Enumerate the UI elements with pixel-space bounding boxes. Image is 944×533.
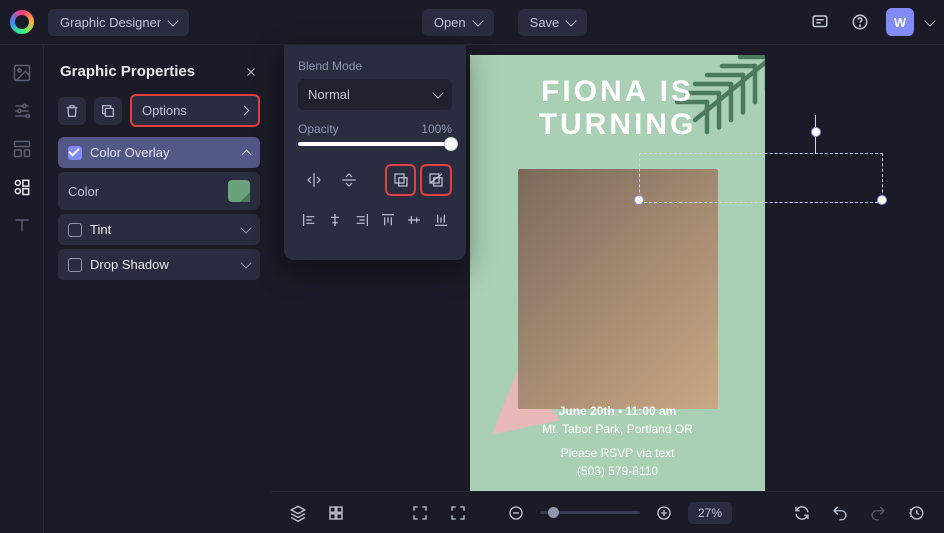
help-button[interactable] (846, 8, 874, 36)
title-line1: FIONA IS (539, 75, 697, 108)
color-label: Color (68, 184, 99, 199)
align-bottom-button[interactable] (430, 204, 452, 236)
avatar[interactable]: W (886, 8, 914, 36)
grid-button[interactable] (322, 499, 350, 527)
chevron-down-icon (472, 15, 483, 26)
rsvp-text: Please RSVP via text (470, 444, 765, 462)
redo-button[interactable] (864, 499, 892, 527)
blend-mode-value: Normal (308, 87, 350, 102)
text-tool-icon[interactable] (12, 215, 32, 235)
title-line2: TURNING (539, 108, 697, 141)
mode-label: Graphic Designer (60, 15, 161, 30)
chevron-right-icon (240, 106, 250, 116)
bottombar: 27% (270, 491, 944, 533)
canvas-title[interactable]: FIONA IS TURNING (539, 75, 697, 141)
fit-screen-button[interactable] (406, 499, 434, 527)
resize-handle-right[interactable] (877, 195, 887, 205)
save-menu[interactable]: Save (518, 9, 588, 36)
undo-button[interactable] (826, 499, 854, 527)
layers-button[interactable] (284, 499, 312, 527)
fullscreen-button[interactable] (444, 499, 472, 527)
zoom-in-button[interactable] (650, 499, 678, 527)
color-overlay-section[interactable]: Color Overlay (58, 137, 260, 168)
close-panel-button[interactable] (244, 65, 258, 79)
delete-button[interactable] (58, 97, 86, 125)
chevron-down-icon (566, 15, 577, 26)
flip-horizontal-button[interactable] (298, 164, 330, 196)
save-label: Save (530, 15, 560, 30)
opacity-label: Opacity (298, 122, 339, 136)
selection-box[interactable] (639, 153, 883, 203)
color-overlay-checkbox[interactable] (68, 146, 82, 160)
photo-placeholder[interactable] (518, 169, 718, 409)
siderail (0, 45, 44, 533)
templates-tool-icon[interactable] (12, 139, 32, 159)
topbar: Graphic Designer Open Save W (0, 0, 944, 45)
chevron-down-icon (240, 222, 251, 233)
open-menu[interactable]: Open (422, 9, 494, 36)
history-button[interactable] (902, 499, 930, 527)
phone: (503) 579-8110 (470, 462, 765, 480)
refresh-button[interactable] (788, 499, 816, 527)
properties-panel: Graphic Properties Options Color Overlay… (44, 45, 270, 533)
chevron-up-icon (242, 149, 252, 159)
options-button[interactable]: Options (130, 94, 260, 127)
duplicate-button[interactable] (94, 97, 122, 125)
date-time: June 20th • 11:00 am (470, 402, 765, 420)
chevron-down-icon (240, 257, 251, 268)
zoom-thumb[interactable] (548, 507, 559, 518)
align-center-h-button[interactable] (324, 204, 346, 236)
blend-mode-label: Blend Mode (298, 59, 452, 73)
event-details[interactable]: June 20th • 11:00 am Mt. Tabor Park, Por… (470, 402, 765, 480)
open-label: Open (434, 15, 466, 30)
tint-checkbox[interactable] (68, 223, 82, 237)
send-backward-button[interactable] (420, 164, 452, 196)
options-label: Options (142, 103, 187, 118)
tint-label: Tint (90, 222, 242, 237)
tint-section[interactable]: Tint (58, 214, 260, 245)
align-center-v-button[interactable] (403, 204, 425, 236)
flip-vertical-button[interactable] (334, 164, 366, 196)
align-left-button[interactable] (298, 204, 320, 236)
slider-thumb[interactable] (444, 137, 458, 151)
color-overlay-label: Color Overlay (90, 145, 243, 160)
drop-shadow-checkbox[interactable] (68, 258, 82, 272)
chevron-down-icon[interactable] (924, 15, 935, 26)
opacity-slider[interactable] (298, 142, 452, 146)
feedback-button[interactable] (806, 8, 834, 36)
design-canvas[interactable]: FIONA IS TURNING June 20th • 11:00 am Mt… (470, 55, 765, 498)
avatar-initial: W (894, 15, 906, 30)
drop-shadow-label: Drop Shadow (90, 257, 242, 272)
rotation-handle[interactable] (811, 127, 821, 137)
blend-mode-select[interactable]: Normal (298, 79, 452, 110)
opacity-value: 100% (421, 122, 452, 136)
mode-dropdown[interactable]: Graphic Designer (48, 9, 189, 36)
chevron-down-icon (432, 87, 443, 98)
drop-shadow-section[interactable]: Drop Shadow (58, 249, 260, 280)
color-swatch[interactable] (228, 180, 250, 202)
image-tool-icon[interactable] (12, 63, 32, 83)
zoom-value[interactable]: 27% (688, 502, 732, 524)
chevron-down-icon (167, 15, 178, 26)
align-top-button[interactable] (377, 204, 399, 236)
options-popover: Blend Mode Normal Opacity 100% (284, 45, 466, 260)
location: Mt. Tabor Park, Portland OR (470, 420, 765, 438)
bring-forward-button[interactable] (385, 164, 417, 196)
panel-title: Graphic Properties (60, 63, 195, 80)
color-row: Color (58, 172, 260, 210)
zoom-out-button[interactable] (502, 499, 530, 527)
adjust-tool-icon[interactable] (12, 101, 32, 121)
shapes-tool-icon[interactable] (12, 177, 32, 197)
resize-handle-left[interactable] (634, 195, 644, 205)
align-right-button[interactable] (351, 204, 373, 236)
app-logo[interactable] (10, 10, 34, 34)
zoom-slider[interactable] (540, 511, 640, 514)
